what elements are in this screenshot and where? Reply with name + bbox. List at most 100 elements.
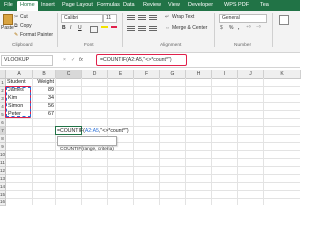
copy-button[interactable]: Copy xyxy=(20,23,32,29)
column-header-d[interactable]: D xyxy=(82,70,108,79)
grid-line xyxy=(6,134,300,135)
grid-line xyxy=(133,78,134,205)
cell-b4[interactable]: 56 xyxy=(33,102,54,110)
font-name-dropdown[interactable]: Calibri xyxy=(61,14,103,23)
formula-criteria-text: ,"<>*count*") xyxy=(98,128,129,134)
column-header-k[interactable]: K xyxy=(264,70,301,79)
grid-line xyxy=(6,166,300,167)
number-format-value: General xyxy=(222,15,240,21)
cell-a4[interactable]: Simon xyxy=(8,102,23,110)
grid-line xyxy=(6,150,300,151)
tab-view[interactable]: View xyxy=(168,1,180,10)
column-header-g[interactable]: G xyxy=(160,70,186,79)
grid-line xyxy=(237,78,238,205)
tab-data[interactable]: Data xyxy=(123,1,135,10)
merge-center-button[interactable]: Merge & Center xyxy=(172,25,207,31)
grid-line xyxy=(185,78,186,205)
cell-a1[interactable]: Student xyxy=(7,78,26,86)
ribbon-tab-bar: File Home Insert Page Layout Formulas Da… xyxy=(0,0,300,11)
column-header-j[interactable]: J xyxy=(238,70,264,79)
align-bottom-icon[interactable] xyxy=(149,15,157,16)
font-size-dropdown[interactable]: 11 xyxy=(103,14,117,23)
decrease-decimal-icon[interactable]: ⁻⁰ xyxy=(256,25,261,31)
column-header-f[interactable]: F xyxy=(134,70,160,79)
cut-icon[interactable]: ✂ xyxy=(14,14,18,20)
insert-function-button[interactable]: fx xyxy=(79,57,83,63)
grid-line xyxy=(6,158,300,159)
align-center-icon[interactable] xyxy=(138,26,146,27)
copy-icon[interactable]: ⧉ xyxy=(14,23,18,29)
formula-bar: VLOOKUP × ✓ fx =COUNTIF(A2:A5,"<>*count*… xyxy=(0,53,300,68)
tab-formulas[interactable]: Formulas xyxy=(97,1,120,10)
grid-line xyxy=(6,182,300,183)
cell-b3[interactable]: 34 xyxy=(33,94,54,102)
grid-line xyxy=(6,142,300,143)
merge-icon[interactable]: ⇔ xyxy=(165,25,170,31)
cut-button[interactable]: Cut xyxy=(20,14,28,20)
conditional-formatting-icon[interactable] xyxy=(279,15,289,25)
font-color-icon[interactable] xyxy=(111,26,117,28)
currency-icon[interactable]: $ xyxy=(220,25,223,31)
cell-c7-editor[interactable]: =COUNTIF(A2:A5,"<>*count*") xyxy=(57,127,129,135)
grid-line xyxy=(6,198,300,199)
percent-button[interactable]: % xyxy=(229,25,233,31)
grid-line xyxy=(159,78,160,205)
italic-button[interactable]: I xyxy=(70,25,71,31)
name-box[interactable]: VLOOKUP xyxy=(1,55,53,66)
grid-line xyxy=(263,78,264,205)
ribbon-separator xyxy=(57,13,58,47)
tab-developer[interactable]: Developer xyxy=(188,1,213,10)
tab-file[interactable]: File xyxy=(4,1,13,10)
tab-review[interactable]: Review xyxy=(143,1,161,10)
wrap-text-icon[interactable]: ↵ xyxy=(165,14,169,20)
paste-icon[interactable] xyxy=(3,14,13,25)
column-header-c[interactable]: C xyxy=(56,70,82,79)
function-tooltip-text: COUNTIF(range, criteria) xyxy=(60,147,114,152)
cell-b2[interactable]: 89 xyxy=(33,86,54,94)
number-format-dropdown[interactable]: General xyxy=(219,14,267,23)
cell-a3[interactable]: Kim xyxy=(8,94,17,102)
bold-button[interactable]: B xyxy=(62,25,66,31)
font-group-label: Font xyxy=(84,43,94,48)
fill-color-icon[interactable] xyxy=(101,26,108,28)
align-top-icon[interactable] xyxy=(127,15,135,16)
tab-page-layout[interactable]: Page Layout xyxy=(62,1,93,10)
align-left-icon[interactable] xyxy=(127,26,135,27)
cell-b5[interactable]: 67 xyxy=(33,110,54,118)
formula-input-highlight[interactable]: =COUNTIF(A2:A5,"<>*count*") xyxy=(96,54,187,66)
enter-button[interactable]: ✓ xyxy=(71,57,75,63)
column-header-h[interactable]: H xyxy=(186,70,212,79)
row-header-16[interactable]: 16 xyxy=(0,199,6,206)
number-group-label: Number xyxy=(234,43,252,48)
comma-button[interactable]: , xyxy=(238,25,239,31)
name-box-value: VLOOKUP xyxy=(4,57,30,63)
font-size-value: 11 xyxy=(106,15,112,21)
format-painter-button[interactable]: Format Painter xyxy=(20,32,53,38)
formula-function-text: =COUNTIF( xyxy=(57,128,85,134)
align-middle-icon[interactable] xyxy=(138,15,146,16)
cell-b1[interactable]: Weight xyxy=(33,78,54,86)
tab-insert[interactable]: Insert xyxy=(41,1,55,10)
cell-a2[interactable]: James xyxy=(8,86,24,94)
grid-line xyxy=(6,190,300,191)
grid-line xyxy=(6,118,300,119)
grid-line xyxy=(6,174,300,175)
tab-wps-pdf[interactable]: WPS PDF xyxy=(224,1,249,10)
formula-range-reference: A2:A5 xyxy=(84,128,99,134)
wrap-text-button[interactable]: Wrap Text xyxy=(172,14,194,20)
column-header-e[interactable]: E xyxy=(108,70,134,79)
tab-home[interactable]: Home xyxy=(17,1,38,11)
align-right-icon[interactable] xyxy=(149,26,157,27)
ribbon-separator xyxy=(272,13,273,47)
formula-input[interactable]: =COUNTIF(A2:A5,"<>*count*") xyxy=(100,57,172,63)
borders-icon[interactable] xyxy=(90,26,98,33)
cancel-button[interactable]: × xyxy=(63,57,66,63)
format-painter-icon[interactable]: ✎ xyxy=(14,32,18,38)
underline-button[interactable]: U xyxy=(78,25,82,31)
increase-decimal-icon[interactable]: ⁺⁰ xyxy=(246,25,251,31)
tab-tea[interactable]: Tea xyxy=(260,1,269,10)
ribbon: Paste ✂ Cut ⧉ Copy ✎ Format Painter Clip… xyxy=(0,11,300,53)
column-header-i[interactable]: I xyxy=(212,70,238,79)
paste-label[interactable]: Paste xyxy=(1,25,14,31)
cell-a5[interactable]: Peter xyxy=(8,110,21,118)
